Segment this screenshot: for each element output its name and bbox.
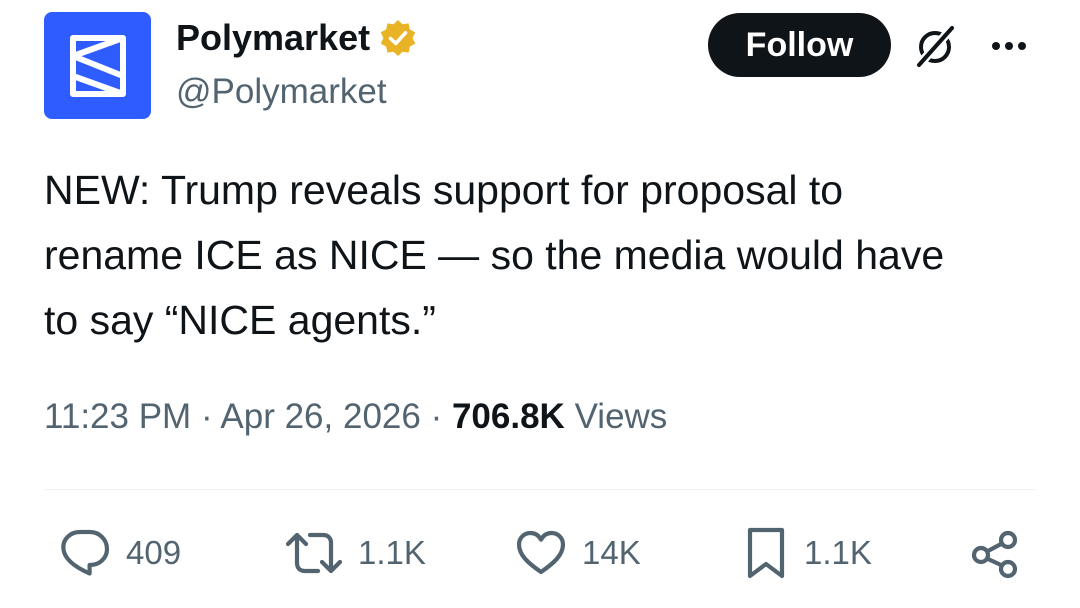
tweet-text-line: to say “NICE agents.” <box>44 297 436 343</box>
tweet-text-line: NEW: Trump reveals support for proposal … <box>44 167 844 213</box>
views-count[interactable]: 706.8K <box>452 397 565 436</box>
bookmark-count: 1.1K <box>804 534 872 571</box>
like-icon <box>516 530 566 575</box>
bookmark-icon <box>747 527 785 579</box>
tweet-time[interactable]: 11:23 PM <box>44 397 191 436</box>
display-name[interactable]: Polymarket <box>176 16 418 60</box>
reply-icon <box>61 529 110 576</box>
like-button[interactable]: 14K <box>514 525 641 581</box>
repost-count: 1.1K <box>358 534 426 571</box>
reply-button[interactable]: 409 <box>58 525 181 581</box>
tweet-meta: 11:23 PM · Apr 26, 2026 · 706.8K Views <box>44 394 667 440</box>
tweet-text: NEW: Trump reveals support for proposal … <box>44 158 1044 353</box>
polymarket-logo-icon <box>69 34 126 97</box>
verified-badge-icon[interactable] <box>378 18 418 58</box>
handle[interactable]: @Polymarket <box>176 70 387 114</box>
avatar[interactable] <box>44 12 151 119</box>
reply-count: 409 <box>126 534 182 571</box>
grok-icon[interactable] <box>912 24 958 70</box>
share-icon[interactable] <box>968 527 1022 581</box>
like-count: 14K <box>582 534 641 571</box>
more-icon[interactable] <box>990 32 1028 60</box>
bookmark-button[interactable]: 1.1K <box>742 525 872 581</box>
views-label: Views <box>574 397 668 436</box>
repost-icon <box>285 532 343 574</box>
divider <box>44 489 1036 490</box>
display-name-text: Polymarket <box>176 17 371 58</box>
meta-separator: · <box>430 397 443 436</box>
tweet-date[interactable]: Apr 26, 2026 <box>220 397 420 436</box>
tweet-text-line: rename ICE as NICE — so the media would … <box>44 232 945 278</box>
tweet-card: Polymarket @Polymarket Follow NEW: Trump… <box>0 0 1080 608</box>
follow-button[interactable]: Follow <box>708 13 891 77</box>
repost-button[interactable]: 1.1K <box>284 525 426 581</box>
meta-separator: · <box>200 397 213 436</box>
